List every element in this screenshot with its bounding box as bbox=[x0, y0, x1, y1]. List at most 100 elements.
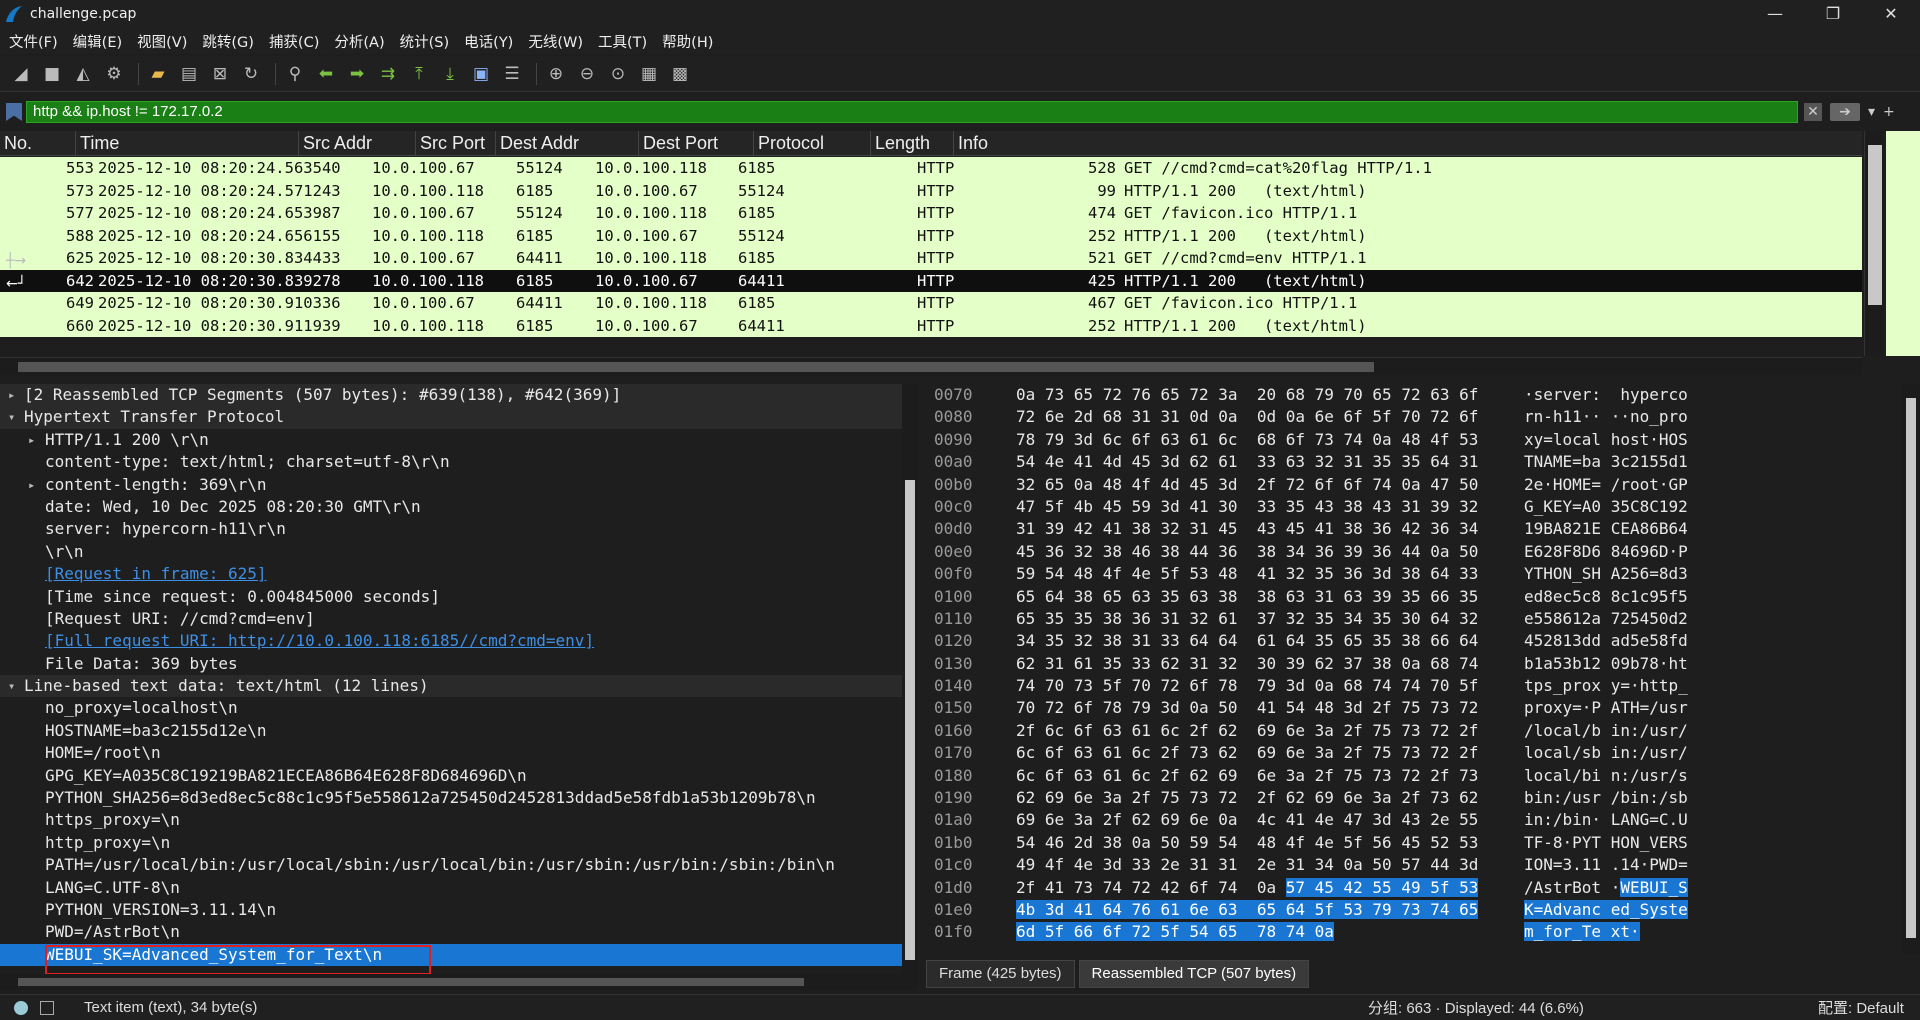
expanded-arrow-icon[interactable]: ▾ bbox=[8, 406, 22, 428]
bytes-row[interactable]: 0190 62 69 6e 3a 2f 75 73 72 2f 62 69 6e … bbox=[926, 787, 1902, 809]
bytes-scrollbar[interactable] bbox=[1902, 384, 1920, 954]
detail-tree-item[interactable]: PYTHON_VERSION=3.11.14\n bbox=[0, 899, 902, 921]
bytes-row[interactable]: 0140 74 70 73 5f 70 72 6f 78 79 3d 0a 68 … bbox=[926, 675, 1902, 697]
menu-go[interactable]: 跳转(G) bbox=[199, 31, 257, 52]
detail-tree-item[interactable]: ▸ content-length: 369\r\n bbox=[0, 474, 902, 496]
detail-tree-item[interactable]: https_proxy=\n bbox=[0, 809, 902, 831]
go-first-icon[interactable]: ⤒ bbox=[406, 61, 432, 87]
display-filter-input[interactable]: http && ip.host != 172.17.0.2 bbox=[26, 101, 1798, 123]
detail-tree-item[interactable]: http_proxy=\n bbox=[0, 832, 902, 854]
tab-frame-bytes[interactable]: Frame (425 bytes) bbox=[926, 960, 1075, 988]
packet-row[interactable]: 642 2025-12-10 08:20:30.839278 10.0.100.11… bbox=[0, 269, 1862, 292]
resize-columns-icon[interactable]: ▦ bbox=[636, 61, 662, 87]
go-back-icon[interactable]: ⬅ bbox=[313, 61, 339, 87]
menu-telephony[interactable]: 电话(Y) bbox=[461, 31, 516, 52]
detail-tree-item[interactable]: content-type: text/html; charset=utf-8\r… bbox=[0, 451, 902, 473]
menu-statistics[interactable]: 统计(S) bbox=[397, 31, 453, 52]
bytes-row[interactable]: 0070 0a 73 65 72 76 65 72 3a 20 68 79 70 … bbox=[926, 384, 1902, 406]
bytes-row[interactable]: 00e0 45 36 32 38 46 38 44 36 38 34 36 39 … bbox=[926, 541, 1902, 563]
detail-tree-item[interactable]: ▸ [2 Reassembled TCP Segments (507 bytes)… bbox=[0, 384, 902, 407]
bytes-row[interactable]: 0090 78 79 3d 6c 6f 63 61 6c 68 6f 73 74 … bbox=[926, 429, 1902, 451]
bytes-row[interactable]: 01f0 6d 5f 66 6f 72 5f 54 65 78 74 0a m_fo… bbox=[926, 921, 1902, 943]
comment-edit-icon[interactable] bbox=[40, 1000, 54, 1015]
detail-tree-item[interactable]: [Request in frame: 625] bbox=[0, 563, 902, 585]
detail-link[interactable]: [Full request URI: http://10.0.100.118:6… bbox=[45, 631, 594, 650]
packet-row[interactable]: 577 2025-12-10 08:20:24.653987 10.0.100.67… bbox=[0, 202, 1862, 225]
apply-filter-icon[interactable]: ➔ bbox=[1830, 103, 1860, 121]
save-file-icon[interactable]: ▤ bbox=[176, 61, 202, 87]
detail-tree-item[interactable]: PATH=/usr/local/bin:/usr/local/sbin:/usr… bbox=[0, 854, 902, 876]
bytes-row[interactable]: 01b0 54 46 2d 38 0a 50 59 54 48 4f 4e 5f … bbox=[926, 832, 1902, 854]
layout-icon[interactable]: ▩ bbox=[667, 61, 693, 87]
zoom-reset-icon[interactable]: ⊙ bbox=[605, 61, 631, 87]
reload-file-icon[interactable]: ↻ bbox=[238, 61, 264, 87]
detail-tree-item[interactable]: \r\n bbox=[0, 541, 902, 563]
packet-list-hscrollbar[interactable] bbox=[0, 357, 1862, 375]
detail-tree-item[interactable]: server: hypercorn-h11\r\n bbox=[0, 518, 902, 540]
details-hscrollbar[interactable] bbox=[0, 974, 918, 990]
bytes-row[interactable]: 0150 70 72 6f 78 79 3d 0a 50 41 54 48 3d … bbox=[926, 697, 1902, 719]
maximize-button[interactable]: ❐ bbox=[1804, 0, 1862, 27]
status-profile[interactable]: 配置: Default bbox=[1818, 997, 1904, 1018]
start-capture-icon[interactable]: ◢ bbox=[8, 61, 34, 87]
bytes-row[interactable]: 0120 34 35 32 38 31 33 64 64 61 64 35 65 … bbox=[926, 630, 1902, 652]
menu-edit[interactable]: 编辑(E) bbox=[70, 31, 125, 52]
collapsed-arrow-icon[interactable]: ▸ bbox=[28, 474, 42, 496]
packet-row[interactable]: 573 2025-12-10 08:20:24.571243 10.0.100.11… bbox=[0, 179, 1862, 202]
detail-tree-item[interactable]: ▸ HTTP/1.1 200 \r\n bbox=[0, 429, 902, 451]
detail-tree-item[interactable]: [Request URI: //cmd?cmd=env] bbox=[0, 608, 902, 630]
autoscroll-icon[interactable]: ▣ bbox=[468, 61, 494, 87]
bytes-row[interactable]: 01c0 49 4f 4e 3d 33 2e 31 31 2e 31 34 0a … bbox=[926, 854, 1902, 876]
expanded-arrow-icon[interactable]: ▾ bbox=[8, 675, 22, 697]
clear-filter-icon[interactable]: ✕ bbox=[1804, 103, 1822, 121]
bytes-row[interactable]: 0110 65 35 35 38 36 31 32 61 37 32 35 34 … bbox=[926, 608, 1902, 630]
bytes-row[interactable]: 0100 65 64 38 65 63 35 63 38 38 63 31 63 … bbox=[926, 586, 1902, 608]
menu-capture[interactable]: 捕获(C) bbox=[266, 31, 322, 52]
bytes-row[interactable]: 0130 62 31 61 35 33 62 31 32 30 39 62 37 … bbox=[926, 653, 1902, 675]
column-header-src-addr[interactable]: Src Addr bbox=[299, 131, 416, 155]
filter-bookmark-icon[interactable] bbox=[6, 103, 22, 121]
bytes-row[interactable]: 00b0 32 65 0a 48 4f 4d 45 3d 2f 72 6f 6f … bbox=[926, 474, 1902, 496]
filter-history-chevron-icon[interactable]: ▾ bbox=[1868, 104, 1875, 120]
bytes-row[interactable]: 0170 6c 6f 63 61 6c 2f 73 62 69 6e 3a 2f … bbox=[926, 742, 1902, 764]
column-header-dest-addr[interactable]: Dest Addr bbox=[496, 131, 639, 155]
packet-row[interactable]: 649 2025-12-10 08:20:30.910336 10.0.100.67… bbox=[0, 292, 1862, 315]
collapsed-arrow-icon[interactable]: ▸ bbox=[8, 384, 22, 406]
menu-analyze[interactable]: 分析(A) bbox=[331, 31, 387, 52]
packet-list-scrollbar[interactable] bbox=[1864, 131, 1884, 356]
bytes-row[interactable]: 0160 2f 6c 6f 63 61 6c 2f 62 69 6e 3a 2f … bbox=[926, 720, 1902, 742]
detail-tree-item[interactable]: no_proxy=localhost\n bbox=[0, 697, 902, 719]
add-filter-button[interactable]: + bbox=[1883, 104, 1895, 120]
colorize-icon[interactable]: ☰ bbox=[499, 61, 525, 87]
tab-reassembled-tcp[interactable]: Reassembled TCP (507 bytes) bbox=[1078, 960, 1310, 988]
stop-capture-icon[interactable]: ■ bbox=[39, 61, 65, 87]
bytes-row[interactable]: 01e0 4b 3d 41 64 76 61 6e 63 65 64 5f 53 … bbox=[926, 899, 1902, 921]
packet-row[interactable]: 553 2025-12-10 08:20:24.563540 10.0.100.67… bbox=[0, 157, 1862, 180]
close-file-icon[interactable]: ⊠ bbox=[207, 61, 233, 87]
detail-tree-item[interactable]: HOSTNAME=ba3c2155d12e\n bbox=[0, 720, 902, 742]
detail-tree-item[interactable]: [Full request URI: http://10.0.100.118:6… bbox=[0, 630, 902, 652]
open-file-icon[interactable]: ▰ bbox=[145, 61, 171, 87]
column-header-protocol[interactable]: Protocol bbox=[754, 131, 871, 155]
close-button[interactable]: ✕ bbox=[1862, 0, 1920, 27]
column-header-src-port[interactable]: Src Port bbox=[416, 131, 496, 155]
detail-tree-item[interactable]: HOME=/root\n bbox=[0, 742, 902, 764]
menu-tools[interactable]: 工具(T) bbox=[595, 31, 650, 52]
packet-row[interactable]: 660 2025-12-10 08:20:30.911939 10.0.100.11… bbox=[0, 314, 1862, 337]
column-header-dest-port[interactable]: Dest Port bbox=[639, 131, 754, 155]
column-header-no[interactable]: No. bbox=[0, 131, 76, 155]
menu-file[interactable]: 文件(F) bbox=[6, 31, 61, 52]
go-to-packet-icon[interactable]: ⇉ bbox=[375, 61, 401, 87]
collapsed-arrow-icon[interactable]: ▸ bbox=[28, 429, 42, 451]
detail-tree-item[interactable]: PYTHON_SHA256=8d3ed8ec5c88c1c95f5e558612… bbox=[0, 787, 902, 809]
column-header-time[interactable]: Time bbox=[76, 131, 299, 155]
go-last-icon[interactable]: ⤓ bbox=[437, 61, 463, 87]
bytes-row[interactable]: 00c0 47 5f 4b 45 59 3d 41 30 33 35 43 38 … bbox=[926, 496, 1902, 518]
column-header-info[interactable]: Info bbox=[954, 131, 1862, 155]
detail-tree-item[interactable]: GPG_KEY=A035C8C19219BA821ECEA86B64E628F8… bbox=[0, 765, 902, 787]
bytes-row[interactable]: 01d0 2f 41 73 74 72 42 6f 74 0a 57 45 42 … bbox=[926, 877, 1902, 899]
bytes-row[interactable]: 00f0 59 54 48 4f 4e 5f 53 48 41 32 35 36 … bbox=[926, 563, 1902, 585]
detail-tree-item[interactable]: date: Wed, 10 Dec 2025 08:20:30 GMT\r\n bbox=[0, 496, 902, 518]
find-packet-icon[interactable]: ⚲ bbox=[282, 61, 308, 87]
bytes-row[interactable]: 0080 72 6e 2d 68 31 31 0d 0a 0d 0a 6e 6f … bbox=[926, 406, 1902, 428]
